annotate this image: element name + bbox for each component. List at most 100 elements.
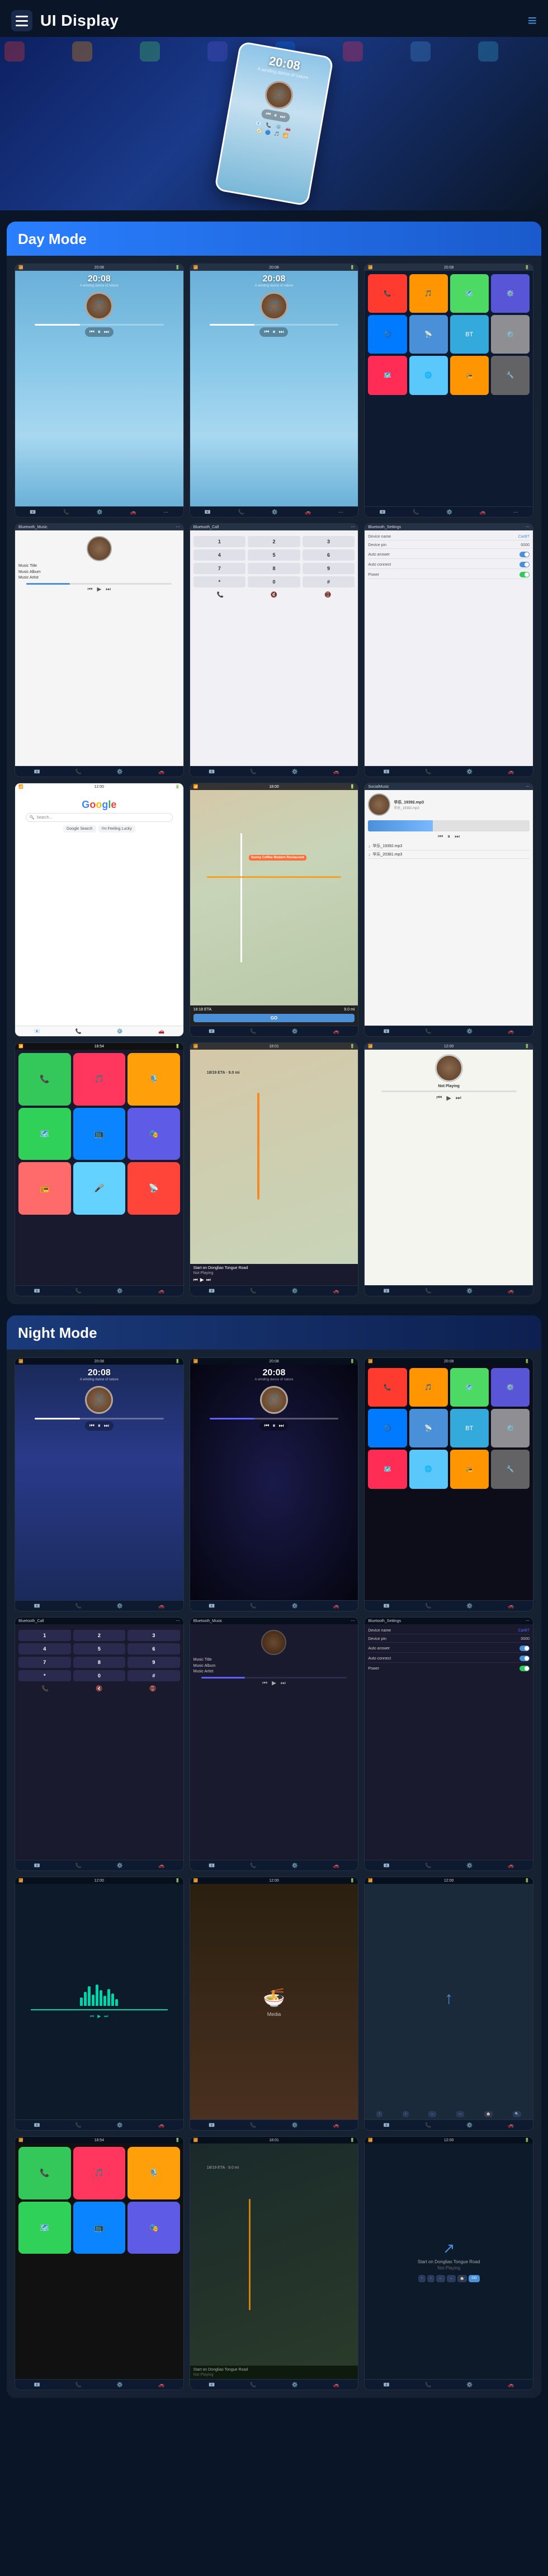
n-carplay-tv[interactable]: 📺	[73, 2202, 126, 2254]
n-bt-prev[interactable]: ⏮	[262, 1680, 267, 1686]
nav-auto-12[interactable]: 🚗	[508, 1288, 514, 1294]
n-nav-auto-1[interactable]: 🚗	[158, 1603, 164, 1609]
n-key-hash[interactable]: #	[127, 1670, 180, 1681]
auto-icon[interactable]: 🚗	[285, 126, 291, 132]
n-nav-auto-8[interactable]: 🚗	[333, 2122, 339, 2128]
bt-power-row[interactable]: Power	[368, 571, 530, 579]
nav-auto-11[interactable]: 🚗	[333, 1288, 339, 1294]
prev-icon[interactable]: ⏮	[265, 111, 271, 117]
key-6[interactable]: 6	[303, 549, 355, 561]
nav-btn-1[interactable]: ↑	[376, 2111, 382, 2117]
night-power[interactable]: Power	[368, 1665, 530, 1672]
n-nav-auto-7[interactable]: 🚗	[158, 2122, 164, 2128]
night-controls-1[interactable]: ⏮ ⏸ ⏭	[85, 1421, 114, 1431]
feeling-lucky-btn[interactable]: I'm Feeling Lucky	[98, 825, 135, 833]
night-app-gear[interactable]: ⚙️	[491, 1409, 530, 1447]
n-nav-phone-11[interactable]: 📞	[250, 2382, 256, 2388]
call-end-icon[interactable]: 📵	[324, 592, 331, 598]
n-nav-settings-9[interactable]: ⚙️	[466, 2122, 473, 2128]
player-controls-1[interactable]: ⏮ ⏸ ⏭	[85, 327, 114, 337]
n-carplay-extra[interactable]: 🎭	[127, 2202, 180, 2254]
n-nav-settings-5[interactable]: ⚙️	[291, 1863, 297, 1869]
n-nav-auto-11[interactable]: 🚗	[333, 2382, 339, 2388]
n-nav-phone-3[interactable]: 📞	[425, 1603, 431, 1609]
n-nav-settings-4[interactable]: ⚙️	[117, 1863, 123, 1869]
key-5[interactable]: 5	[248, 549, 300, 561]
prev-btn-1[interactable]: ⏮	[89, 329, 95, 335]
bt-auto-connect-row[interactable]: Auto connect	[368, 561, 530, 569]
app-icon-web[interactable]: 🌐	[409, 356, 448, 394]
n-nav-email-8[interactable]: 📧	[209, 2122, 215, 2128]
night-app-settings[interactable]: ⚙️	[491, 1368, 530, 1407]
night-app-podcast[interactable]: 📻	[450, 1450, 489, 1488]
nav-auto-3[interactable]: 🚗	[480, 509, 486, 515]
n-nav-email-10[interactable]: 📧	[34, 2382, 40, 2388]
n-call-end-icon[interactable]: 📵	[149, 1686, 156, 1692]
eq-controls[interactable]: ⏮ ▶ ⏭	[90, 2014, 108, 2019]
n-play-2[interactable]: ⏸	[272, 1423, 275, 1429]
carplay-radio[interactable]: 📻	[18, 1162, 71, 1215]
key-7[interactable]: 7	[193, 563, 246, 574]
track-item-2[interactable]: ♪ 华乐_20381.mp3	[368, 850, 530, 859]
n-call-phone-icon[interactable]: 📞	[42, 1686, 49, 1692]
nav-email-2[interactable]: 📧	[205, 509, 211, 515]
nav-email-6[interactable]: 📧	[384, 769, 390, 775]
n-key-2[interactable]: 2	[73, 1630, 126, 1641]
n-carplay-music[interactable]: 🎵	[73, 2147, 126, 2199]
key-hash[interactable]: #	[303, 576, 355, 587]
map-go-button[interactable]: GO	[193, 1014, 355, 1022]
app-icon-gear[interactable]: ⚙️	[491, 315, 530, 354]
n-carplay-maps[interactable]: 🗺️	[18, 2202, 71, 2254]
key-3[interactable]: 3	[303, 536, 355, 547]
night-app-bt2[interactable]: BT	[450, 1409, 489, 1447]
n-nav-settings-6[interactable]: ⚙️	[466, 1863, 473, 1869]
nav-phone-6[interactable]: 📞	[425, 769, 431, 775]
track-item-1[interactable]: ♪ 华乐_19392.mp3	[368, 842, 530, 850]
social-play[interactable]: ⏸	[447, 834, 450, 840]
social-controls[interactable]: ⏮ ⏸ ⏭	[368, 834, 530, 840]
social-next[interactable]: ⏭	[455, 834, 460, 840]
app-icon-radio[interactable]: 📡	[409, 315, 448, 354]
n-nav-settings-7[interactable]: ⚙️	[117, 2122, 123, 2128]
nav-settings-7[interactable]: ⚙️	[117, 1028, 123, 1035]
nav-auto-9[interactable]: 🚗	[508, 1028, 514, 1035]
n-key-5[interactable]: 5	[73, 1643, 126, 1654]
n-next-1[interactable]: ⏭	[104, 1423, 109, 1429]
nav-btn-3[interactable]: ←	[428, 2111, 436, 2117]
n-nav-settings-8[interactable]: ⚙️	[291, 2122, 297, 2128]
app-icon-tools[interactable]: 🔧	[491, 356, 530, 394]
n-nav-phone-5[interactable]: 📞	[250, 1863, 256, 1869]
google-search-box[interactable]: 🔍 Search...	[26, 813, 173, 822]
now-playing-controls[interactable]: ⏮ ▶ ⏭	[437, 1094, 461, 1102]
n-nav-email-4[interactable]: 📧	[34, 1863, 40, 1869]
app-icon-waze[interactable]: 🗺️	[368, 356, 407, 394]
nav2-btn-home[interactable]: 🏠	[457, 2275, 467, 2282]
nav-settings-4[interactable]: ⚙️	[117, 769, 123, 775]
key-9[interactable]: 9	[303, 563, 355, 574]
google-search-btn[interactable]: Google Search	[63, 825, 96, 833]
n-nav-auto-9[interactable]: 🚗	[508, 2122, 514, 2128]
nav-apps-1[interactable]: ⋯	[163, 509, 168, 515]
nav-settings-9[interactable]: ⚙️	[466, 1028, 473, 1035]
next-btn-2[interactable]: ⏭	[278, 329, 284, 335]
play-btn-1[interactable]: ⏸	[98, 329, 101, 335]
nav-auto-10[interactable]: 🚗	[158, 1288, 164, 1294]
wifi-icon-hero[interactable]: 📶	[282, 133, 289, 139]
nav-settings-2[interactable]: ⚙️	[271, 509, 277, 515]
n-nav-settings-3[interactable]: ⚙️	[466, 1603, 473, 1609]
n-key-9[interactable]: 9	[127, 1657, 180, 1668]
nav-btn-home[interactable]: 🏠	[484, 2111, 493, 2117]
nav-auto-8[interactable]: 🚗	[333, 1028, 339, 1035]
nav-settings-8[interactable]: ⚙️	[291, 1028, 297, 1035]
night-auto-connect[interactable]: Auto connect	[368, 1654, 530, 1663]
n-nav-phone-2[interactable]: 📞	[250, 1603, 256, 1609]
nav2-btn-2[interactable]: ↓	[427, 2275, 434, 2282]
n-nav-auto-3[interactable]: 🚗	[508, 1603, 514, 1609]
n-nav-email-12[interactable]: 📧	[384, 2382, 390, 2388]
next-btn-1[interactable]: ⏭	[104, 329, 109, 335]
nav-email-10[interactable]: 📧	[34, 1288, 40, 1294]
eq-prev[interactable]: ⏮	[90, 2014, 94, 2019]
carplay-siri[interactable]: 🎤	[73, 1162, 126, 1215]
n-nav-auto-4[interactable]: 🚗	[158, 1863, 164, 1869]
nav-settings-5[interactable]: ⚙️	[291, 769, 297, 775]
